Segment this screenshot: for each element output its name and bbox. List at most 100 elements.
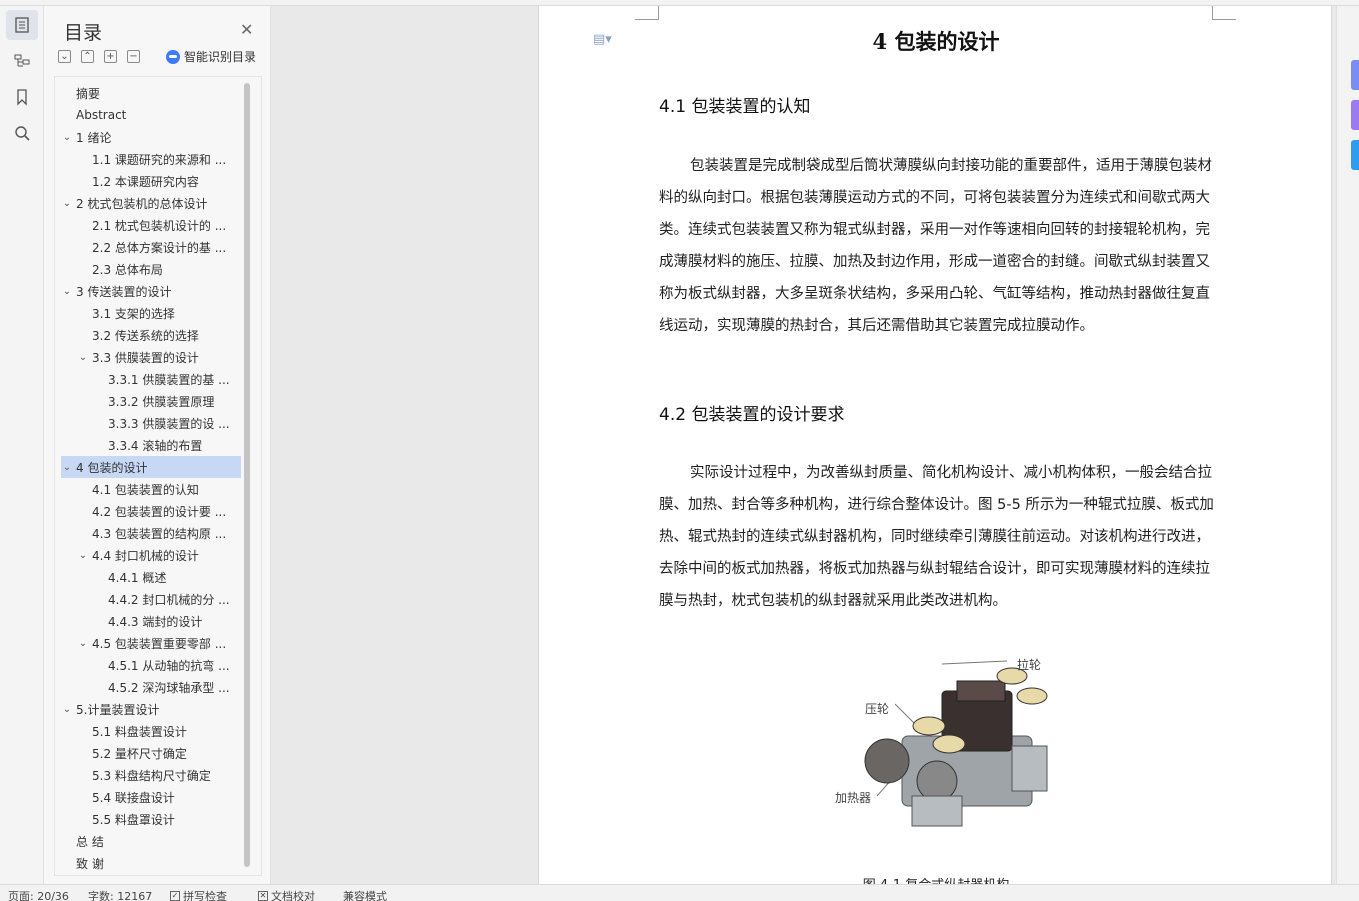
toc-item[interactable]: ⌄ 4 包装的设计	[61, 456, 241, 478]
toc-item[interactable]: 4.2 包装装置的设计要 ...	[61, 500, 241, 522]
figure-caption: 图 4-1 复合式纵封器机构	[539, 874, 1331, 884]
toc-item[interactable]: 摘要	[61, 82, 241, 104]
paragraph: 实际设计过程中，为改善纵封质量、简化机构设计、减小机构体积，一般会结合拉膜、加热…	[659, 465, 1214, 609]
toc-item[interactable]: ⌄ 3 传送装置的设计	[61, 280, 241, 302]
chevron-down-icon[interactable]: ⌄	[61, 132, 73, 143]
toc-item-label: 4.4.3 端封的设计	[108, 614, 203, 629]
toc-item-label: 2.3 总体布局	[92, 262, 163, 277]
toc-item-label: 2.2 总体方案设计的基 ...	[92, 240, 227, 255]
figure-label: 拉轮	[1017, 658, 1042, 672]
toc-item[interactable]: 4.5.1 从动轴的抗弯 ...	[61, 654, 241, 676]
toc-toolbar: ⌄ ⌃ + −	[58, 50, 140, 64]
toc-scrollbar[interactable]	[244, 83, 250, 867]
close-icon[interactable]: ✕	[240, 20, 253, 39]
toc-item[interactable]: 4.5.2 深沟球轴承型 ...	[61, 676, 241, 698]
toc-panel-icon[interactable]	[6, 10, 38, 40]
chevron-down-icon[interactable]: ⌄	[61, 198, 73, 209]
toc-item-label: 5.4 联接盘设计	[92, 790, 175, 805]
toc-title: 目录	[64, 22, 103, 44]
toc-item[interactable]: 3.2 传送系统的选择	[61, 324, 241, 346]
toc-item[interactable]: 5.4 联接盘设计	[61, 786, 241, 808]
toc-item-label: 4.3 包装装置的结构原 ...	[92, 526, 227, 541]
chapter-heading: 4 包装的设计	[872, 29, 1000, 54]
toc-item[interactable]: 3.3.1 供膜装置的基 ...	[61, 368, 241, 390]
toc-item[interactable]: 1.1 课题研究的来源和 ...	[61, 148, 241, 170]
spell-check-toggle[interactable]: ✓ 拼写检查	[170, 888, 227, 901]
document-area: ▤▾ 4 包装的设计 4.1 包装装置的认知 包装装置是完成制袋成型后筒状薄膜纵…	[271, 6, 1336, 884]
toc-item[interactable]: ⌄ 2 枕式包装机的总体设计	[61, 192, 241, 214]
word-count[interactable]: 字数: 12167	[88, 888, 152, 901]
toc-item[interactable]: 3.3.2 供膜装置原理	[61, 390, 241, 412]
toc-item[interactable]: Abstract	[61, 104, 241, 126]
toc-item-label: 5.计量装置设计	[76, 702, 160, 717]
toc-item-label: 4.4.2 封口机械的分 ...	[108, 592, 230, 607]
chevron-down-icon[interactable]: ⌄	[77, 352, 89, 363]
page-corner-mark	[635, 6, 659, 20]
search-icon[interactable]	[6, 118, 38, 148]
chevron-down-icon[interactable]: ⌄	[61, 286, 73, 297]
toc-item-label: 3.3.4 滚轴的布置	[108, 438, 203, 453]
toc-item-label: 3 传送装置的设计	[76, 284, 172, 299]
bookmark-icon[interactable]	[6, 82, 38, 112]
toc-item[interactable]: ⌄ 1 绪论	[61, 126, 241, 148]
checkbox-icon: ✕	[258, 891, 268, 901]
toc-item[interactable]: 4.4.1 概述	[61, 566, 241, 588]
page-corner-mark	[1212, 6, 1236, 20]
toc-item[interactable]: ⌄ 4.4 封口机械的设计	[61, 544, 241, 566]
toc-item[interactable]: 5.1 料盘装置设计	[61, 720, 241, 742]
toc-item-label: 4.5.2 深沟球轴承型 ...	[108, 680, 230, 695]
toc-item-label: 1.2 本课题研究内容	[92, 174, 199, 189]
right-rail	[1336, 6, 1359, 884]
toc-item[interactable]: 总 结	[61, 830, 241, 852]
toc-item[interactable]: 4.4.2 封口机械的分 ...	[61, 588, 241, 610]
section-heading: 4.2 包装装置的设计要求	[659, 405, 845, 425]
smart-toc-button[interactable]: 智能识别目录	[166, 48, 256, 65]
toc-item[interactable]: ⌄ 3.3 供膜装置的设计	[61, 346, 241, 368]
toc-item[interactable]: 2.2 总体方案设计的基 ...	[61, 236, 241, 258]
right-tab[interactable]	[1351, 60, 1359, 90]
toc-item[interactable]: 致 谢	[61, 852, 241, 874]
compat-mode: 兼容模式	[343, 890, 387, 901]
proofread-toggle[interactable]: ✕ 文档校对	[258, 888, 315, 901]
expand-all-icon[interactable]: ⌃	[81, 50, 94, 63]
right-tab[interactable]	[1351, 140, 1359, 170]
toc-item[interactable]: 2.1 枕式包装机设计的 ...	[61, 214, 241, 236]
toc-item[interactable]: 5.5 料盘罩设计	[61, 808, 241, 830]
toc-item-label: 致 谢	[76, 856, 104, 871]
toc-item[interactable]: ⌄ 5.计量装置设计	[61, 698, 241, 720]
toc-item[interactable]: 3.1 支架的选择	[61, 302, 241, 324]
toc-item[interactable]: 5.2 量杯尺寸确定	[61, 742, 241, 764]
toc-item-label: 4.4 封口机械的设计	[92, 548, 199, 563]
page-indicator[interactable]: 页面: 20/36	[8, 888, 69, 901]
smart-toc-label: 智能识别目录	[184, 50, 257, 64]
toc-item-label: 5.5 料盘罩设计	[92, 812, 175, 827]
chevron-down-icon[interactable]: ⌄	[61, 704, 73, 715]
toc-item[interactable]: 4.3 包装装置的结构原 ...	[61, 522, 241, 544]
toc-item[interactable]: 1.2 本课题研究内容	[61, 170, 241, 192]
toc-item[interactable]: 4.1 包装装置的认知	[61, 478, 241, 500]
sealer-figure: 拉轮 压轮 加热器	[787, 646, 1127, 846]
sealer-diagram	[864, 660, 1048, 827]
section-heading: 4.1 包装装置的认知	[659, 97, 811, 117]
navigation-icon[interactable]	[6, 46, 38, 76]
toc-item[interactable]: ⌄ 4.5 包装装置重要零部 ...	[61, 632, 241, 654]
remove-heading-icon[interactable]: −	[127, 50, 140, 63]
chevron-down-icon[interactable]: ⌄	[77, 638, 89, 649]
toc-item-label: 4.1 包装装置的认知	[92, 482, 199, 497]
left-icon-rail	[0, 6, 44, 884]
toc-item[interactable]: 4.4.3 端封的设计	[61, 610, 241, 632]
toc-item[interactable]: 2.3 总体布局	[61, 258, 241, 280]
smart-toc-icon	[166, 49, 180, 64]
toc-item[interactable]: 3.3.3 供膜装置的设 ...	[61, 412, 241, 434]
checkbox-icon: ✓	[170, 891, 180, 901]
collapse-all-icon[interactable]: ⌄	[58, 50, 71, 63]
toc-item-label: 5.1 料盘装置设计	[92, 724, 187, 739]
toc-item[interactable]: 5.3 料盘结构尺寸确定	[61, 764, 241, 786]
right-tab[interactable]	[1351, 100, 1359, 130]
toc-item[interactable]: 3.3.4 滚轴的布置	[61, 434, 241, 456]
chevron-down-icon[interactable]: ⌄	[61, 462, 73, 473]
toc-item-label: 4.4.1 概述	[108, 570, 167, 585]
toc-item-label: Abstract	[76, 108, 127, 122]
add-heading-icon[interactable]: +	[104, 50, 117, 63]
chevron-down-icon[interactable]: ⌄	[77, 550, 89, 561]
